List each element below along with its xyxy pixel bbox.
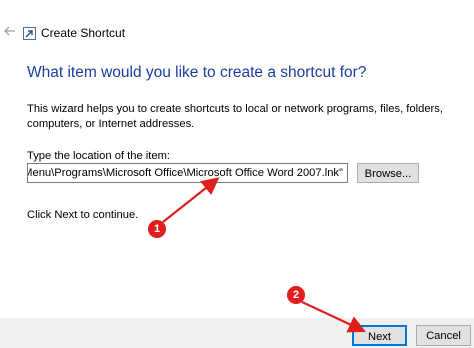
- browse-button[interactable]: Browse...: [357, 163, 419, 183]
- location-input-value: ws\Start Menu\Programs\Microsoft Office\…: [27, 167, 343, 179]
- annotation-badge-1: 1: [148, 220, 166, 238]
- create-shortcut-window: Create Shortcut What item would you like…: [0, 0, 474, 348]
- continue-instruction: Click Next to continue.: [27, 209, 139, 221]
- title-bar: Create Shortcut: [0, 0, 474, 40]
- location-label: Type the location of the item:: [27, 150, 171, 162]
- shortcut-icon: [23, 27, 36, 40]
- back-arrow-icon[interactable]: [3, 24, 17, 38]
- window-title: Create Shortcut: [41, 26, 126, 40]
- arrow-1: [162, 177, 220, 223]
- location-input[interactable]: ws\Start Menu\Programs\Microsoft Office\…: [27, 163, 348, 183]
- cancel-button[interactable]: Cancel: [416, 325, 471, 346]
- annotation-badge-2: 2: [287, 286, 305, 304]
- wizard-description: This wizard helps you to create shortcut…: [27, 103, 443, 130]
- page-heading: What item would you like to create a sho…: [27, 64, 367, 81]
- next-button[interactable]: Next: [352, 325, 407, 346]
